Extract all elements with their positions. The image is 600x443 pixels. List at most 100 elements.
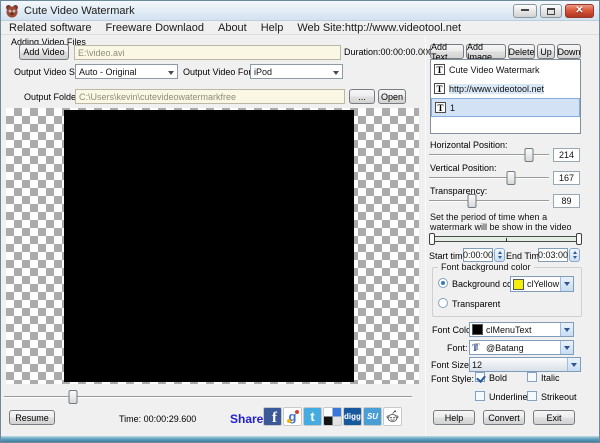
close-button[interactable]: ✕ [565,4,594,18]
google-dot-yellow [287,419,291,423]
menu-website[interactable]: Web Site:http://www.videotool.net [297,22,461,34]
font-style-label: Font Style: [431,374,474,384]
italic-checkbox[interactable] [527,372,537,382]
transparency-slider-thumb[interactable] [468,194,477,208]
text-watermark-icon: T [434,64,445,75]
menu-help[interactable]: Help [261,22,284,34]
strikeout-checkbox[interactable] [527,391,537,401]
add-text-button[interactable]: Add Text [430,44,464,59]
period-end-thumb[interactable] [576,233,582,245]
font-size-label: Font Size: [431,360,472,370]
close-icon: ✕ [575,6,583,16]
output-format-select[interactable]: iPod [250,64,343,79]
text-watermark-icon: T [435,102,446,113]
facebook-icon[interactable]: f [263,407,282,426]
output-folder-field[interactable]: C:\Users\kevin\cutevideowatermarkfree [75,89,345,104]
chevron-down-icon [560,341,573,354]
window-title: Cute Video Watermark [24,5,135,17]
maximize-icon [547,8,555,15]
app-window: Cute Video Watermark ✕ Related software … [0,0,600,443]
delicious-icon[interactable] [323,407,342,426]
background-color-value: clYellow [527,279,559,289]
title-bar: Cute Video Watermark ✕ [1,1,599,21]
background-color-radio[interactable] [438,278,448,288]
truetype-icon: T T [472,342,483,353]
menu-related-software[interactable]: Related software [9,22,92,34]
transparency-slider[interactable] [429,195,549,207]
strikeout-label: Strikeout [541,392,577,402]
underline-label: Underline [489,392,528,402]
font-family-label: Font: [447,343,468,353]
time-label: Time: 00:00:29.600 [119,414,196,424]
start-time-spinner: 0:00:00 [463,248,505,262]
output-folder-label: Output Folder: [24,92,82,102]
stumbleupon-icon[interactable]: SU [363,407,382,426]
end-time-value[interactable]: 0:03:00 [538,248,568,262]
font-background-group: Font background color [432,267,582,317]
horizontal-slider-thumb[interactable] [524,148,533,162]
chevron-down-icon [333,71,339,78]
spin-buttons-icon[interactable] [569,248,580,262]
output-format-value: iPod [254,67,272,77]
output-size-value: Auto - Original [79,67,137,77]
period-start-thumb[interactable] [429,233,435,245]
reddit-icon[interactable] [383,407,402,426]
app-icon [5,4,19,18]
twitter-icon[interactable]: t [303,407,322,426]
spin-buttons-icon[interactable] [494,248,505,262]
color-swatch [472,324,483,335]
open-folder-button[interactable]: Open [378,89,406,104]
font-background-group-label: Font background color [438,262,534,272]
playback-slider-thumb[interactable] [69,390,78,404]
font-family-select[interactable]: T T @Batang [469,340,574,355]
vertical-position-value[interactable]: 167 [553,171,580,185]
watermark-item-label: http://www.videotool.net [449,84,544,94]
add-video-button[interactable]: Add Video [19,44,69,60]
watermark-list: T Cute Video Watermark T http://www.vide… [430,59,581,134]
duration-label: Duration:00:00:00.000 [344,47,433,57]
horizontal-position-slider[interactable] [429,149,549,161]
horizontal-position-value[interactable]: 214 [553,148,580,162]
output-size-select[interactable]: Auto - Original [75,64,178,79]
browse-folder-button[interactable]: ... [349,89,375,104]
font-color-select[interactable]: clMenuText [469,322,574,337]
maximize-button[interactable] [540,4,562,18]
font-size-select[interactable]: 12 [469,357,581,372]
resume-button[interactable]: Resume [9,410,55,425]
down-button[interactable]: Down [557,44,581,59]
add-image-button[interactable]: Add Image [466,44,506,59]
font-family-value: @Batang [486,343,524,353]
background-color-select[interactable]: clYellow [510,276,574,292]
transparent-radio[interactable] [438,298,448,308]
help-button[interactable]: Help [433,410,475,425]
vertical-slider-thumb[interactable] [506,171,515,185]
start-time-value[interactable]: 0:00:00 [463,248,493,262]
watermark-list-item-selected[interactable]: T 1 [431,98,580,117]
font-size-value: 12 [472,360,482,370]
up-button[interactable]: Up [537,44,555,59]
panel-divider [425,35,426,436]
convert-button[interactable]: Convert [483,410,525,425]
google-dot-red [295,410,299,414]
watermark-list-item[interactable]: T http://www.videotool.net [431,79,580,98]
period-range-slider[interactable] [429,232,582,246]
playback-slider[interactable] [4,391,412,403]
menu-about[interactable]: About [218,22,247,34]
vertical-position-slider[interactable] [429,172,549,184]
video-path-field[interactable]: E:\video.avi [74,45,341,60]
bold-checkbox[interactable] [475,372,485,382]
text-watermark-icon: T [434,83,445,94]
playback-slider-track [4,396,412,398]
watermark-list-item[interactable]: T Cute Video Watermark [431,60,580,79]
google-icon[interactable]: g [283,407,302,426]
minimize-button[interactable] [513,4,537,18]
watermark-item-label: 1 [450,103,455,113]
underline-checkbox[interactable] [475,391,485,401]
transparency-value[interactable]: 89 [553,194,580,208]
menu-bar: Related software Freeware Downlaod About… [1,21,599,35]
exit-button[interactable]: Exit [533,410,575,425]
delete-button[interactable]: Delete [508,44,535,59]
menu-freeware-download[interactable]: Freeware Downlaod [106,22,204,34]
digg-icon[interactable]: digg [343,407,362,426]
color-swatch [513,279,524,290]
